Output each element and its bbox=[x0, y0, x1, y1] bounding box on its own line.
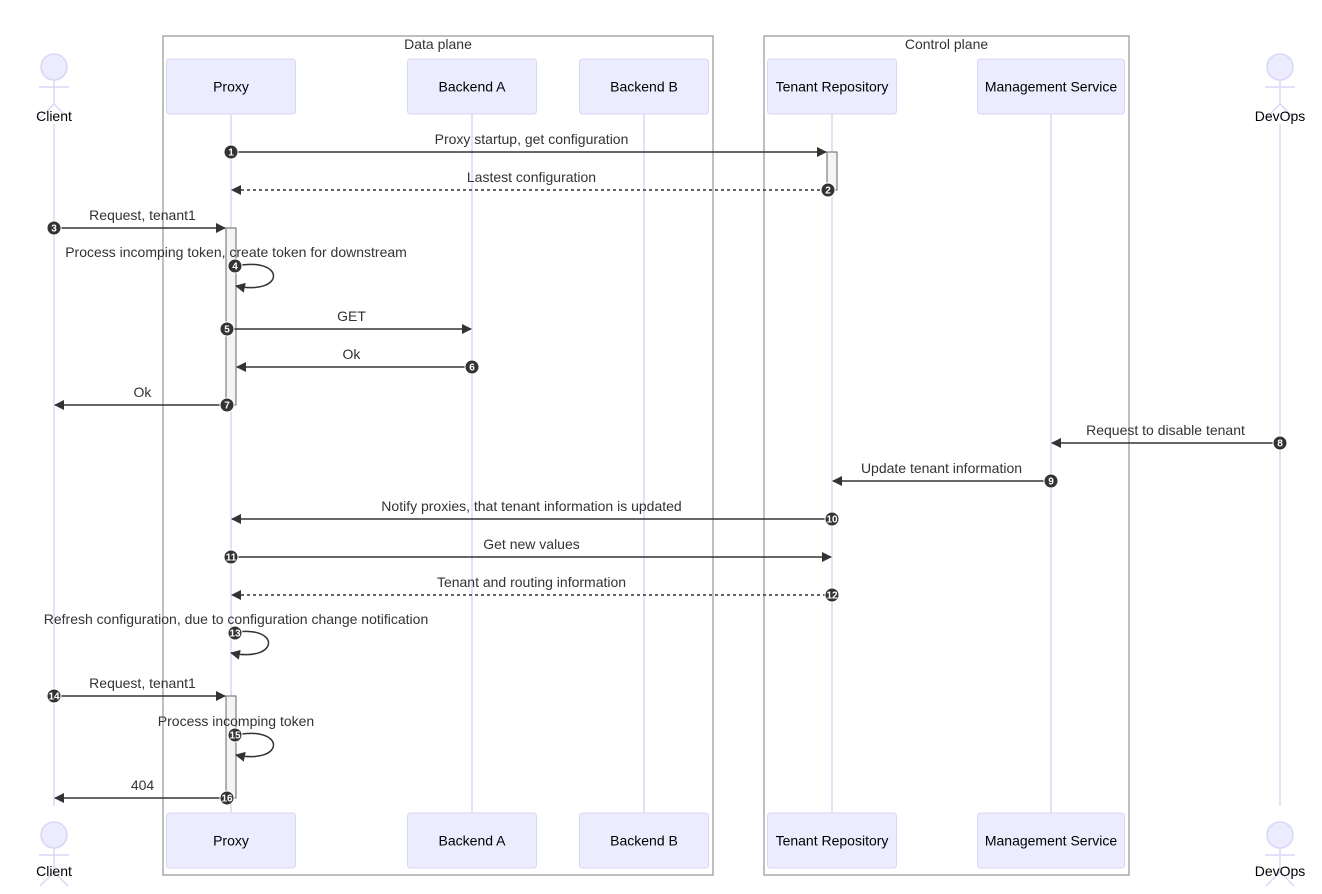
message-10: Notify proxies, that tenant information … bbox=[231, 498, 840, 527]
participant-label: Tenant Repository bbox=[776, 833, 889, 849]
sequence-number-badge: 14 bbox=[46, 688, 62, 704]
sequence-number: 5 bbox=[224, 325, 230, 336]
sequence-number-badge: 2 bbox=[820, 182, 836, 198]
message-label: Update tenant information bbox=[861, 460, 1022, 476]
tenant-repo-participant-top[interactable]: Tenant Repository bbox=[767, 58, 897, 115]
devops-actor-top[interactable]: DevOps bbox=[1255, 53, 1306, 124]
message-label: Ok bbox=[343, 346, 362, 362]
sequence-number-badge: 3 bbox=[46, 220, 62, 236]
participant-label: Backend B bbox=[610, 833, 678, 849]
sequence-number: 9 bbox=[1048, 477, 1054, 488]
message-6: Ok 6 bbox=[236, 346, 480, 375]
backend-a-participant-top[interactable]: Backend A bbox=[407, 58, 537, 115]
proxy-participant-bottom[interactable]: Proxy bbox=[166, 812, 296, 869]
tenant-repo-participant-bottom[interactable]: Tenant Repository bbox=[767, 812, 897, 869]
backend-b-participant-bottom[interactable]: Backend B bbox=[579, 812, 709, 869]
message-9: Update tenant information 9 bbox=[832, 460, 1059, 489]
message-13: Refresh configuration, due to configurat… bbox=[44, 611, 428, 660]
participant-label: Proxy bbox=[213, 833, 249, 849]
sequence-number: 6 bbox=[469, 363, 475, 374]
sequence-number-badge: 7 bbox=[219, 397, 235, 413]
message-label: Get new values bbox=[483, 536, 580, 552]
sequence-number: 1 bbox=[228, 148, 234, 159]
participant-label: Tenant Repository bbox=[776, 79, 889, 95]
message-11: Get new values 11 bbox=[223, 536, 832, 565]
sequence-number: 3 bbox=[51, 224, 57, 235]
actor-label: Client bbox=[36, 108, 72, 124]
message-label: Refresh configuration, due to configurat… bbox=[44, 611, 428, 627]
participant-label: Backend A bbox=[439, 833, 507, 849]
message-label: 404 bbox=[131, 777, 155, 793]
devops-actor-bottom[interactable]: DevOps bbox=[1255, 821, 1306, 887]
proxy-participant-top[interactable]: Proxy bbox=[166, 58, 296, 115]
participant-label: Proxy bbox=[213, 79, 249, 95]
sequence-diagram: Data plane Control plane Client Client Prox… bbox=[36, 35, 1306, 887]
group-box-title: Control plane bbox=[905, 36, 988, 52]
sequence-number-badge: 9 bbox=[1043, 473, 1059, 489]
sequence-number-badge: 16 bbox=[219, 790, 235, 806]
sequence-number-badge: 11 bbox=[223, 549, 239, 565]
control-plane-box: Control plane bbox=[763, 35, 1130, 876]
mgmt-service-participant-top[interactable]: Management Service bbox=[977, 58, 1125, 115]
sequence-number: 2 bbox=[825, 186, 831, 197]
group-box-frame bbox=[162, 35, 714, 876]
sequence-number-badge: 15 bbox=[227, 727, 243, 743]
sequence-number-badge: 4 bbox=[227, 258, 243, 274]
backend-a-participant-bottom[interactable]: Backend A bbox=[407, 812, 537, 869]
message-3: Request, tenant1 3 bbox=[46, 207, 226, 236]
sequence-number-badge: 8 bbox=[1272, 435, 1288, 451]
message-label: Ok bbox=[134, 384, 153, 400]
message-label: Lastest configuration bbox=[467, 169, 596, 185]
message-8: Request to disable tenant 8 bbox=[1051, 422, 1288, 451]
sequence-number: 16 bbox=[221, 794, 233, 805]
message-14: Request, tenant1 14 bbox=[46, 675, 226, 704]
sequence-number-badge: 5 bbox=[219, 321, 235, 337]
participant-label: Management Service bbox=[985, 79, 1118, 95]
message-label: Process incomping token bbox=[158, 713, 314, 729]
mgmt-service-participant-bottom[interactable]: Management Service bbox=[977, 812, 1125, 869]
sequence-number: 8 bbox=[1277, 439, 1283, 450]
sequence-number-badge: 6 bbox=[464, 359, 480, 375]
participant-label: Backend A bbox=[439, 79, 507, 95]
actor-label: DevOps bbox=[1255, 863, 1306, 879]
message-2: Lastest configuration 2 bbox=[231, 169, 836, 198]
client-actor-top[interactable]: Client bbox=[36, 53, 72, 124]
sequence-number-badge: 13 bbox=[227, 625, 243, 641]
message-label: Request to disable tenant bbox=[1086, 422, 1245, 438]
actor-label: DevOps bbox=[1255, 108, 1306, 124]
message-label: Proxy startup, get configuration bbox=[435, 131, 629, 147]
message-7: Ok 7 bbox=[54, 384, 235, 413]
message-label: GET bbox=[337, 308, 366, 324]
sequence-number-badge: 12 bbox=[824, 587, 840, 603]
actor-label: Client bbox=[36, 863, 72, 879]
group-box-title: Data plane bbox=[404, 36, 472, 52]
message-12: Tenant and routing information 12 bbox=[231, 574, 840, 603]
message-5: GET 5 bbox=[219, 308, 472, 337]
message-label: Tenant and routing information bbox=[437, 574, 626, 590]
sequence-number: 10 bbox=[826, 515, 838, 526]
sequence-number: 7 bbox=[224, 401, 230, 412]
message-1: Proxy startup, get configuration 1 bbox=[223, 131, 827, 160]
client-actor-bottom[interactable]: Client bbox=[36, 821, 72, 887]
sequence-number: 12 bbox=[826, 591, 838, 602]
sequence-number: 14 bbox=[48, 692, 60, 703]
message-label: Request, tenant1 bbox=[89, 675, 196, 691]
message-label: Notify proxies, that tenant information … bbox=[381, 498, 681, 514]
sequence-number: 15 bbox=[229, 731, 241, 742]
message-label: Process incomping token, create token fo… bbox=[65, 244, 407, 260]
participant-label: Backend B bbox=[610, 79, 678, 95]
sequence-number: 4 bbox=[232, 262, 238, 273]
activation-bar bbox=[225, 695, 237, 799]
message-16: 404 16 bbox=[54, 777, 235, 806]
sequence-number-badge: 10 bbox=[824, 511, 840, 527]
sequence-number: 13 bbox=[229, 629, 241, 640]
sequence-number-badge: 1 bbox=[223, 144, 239, 160]
message-label: Request, tenant1 bbox=[89, 207, 196, 223]
backend-b-participant-top[interactable]: Backend B bbox=[579, 58, 709, 115]
data-plane-box: Data plane bbox=[162, 35, 714, 876]
participant-label: Management Service bbox=[985, 833, 1118, 849]
sequence-number: 11 bbox=[226, 553, 237, 564]
group-box-frame bbox=[763, 35, 1130, 876]
